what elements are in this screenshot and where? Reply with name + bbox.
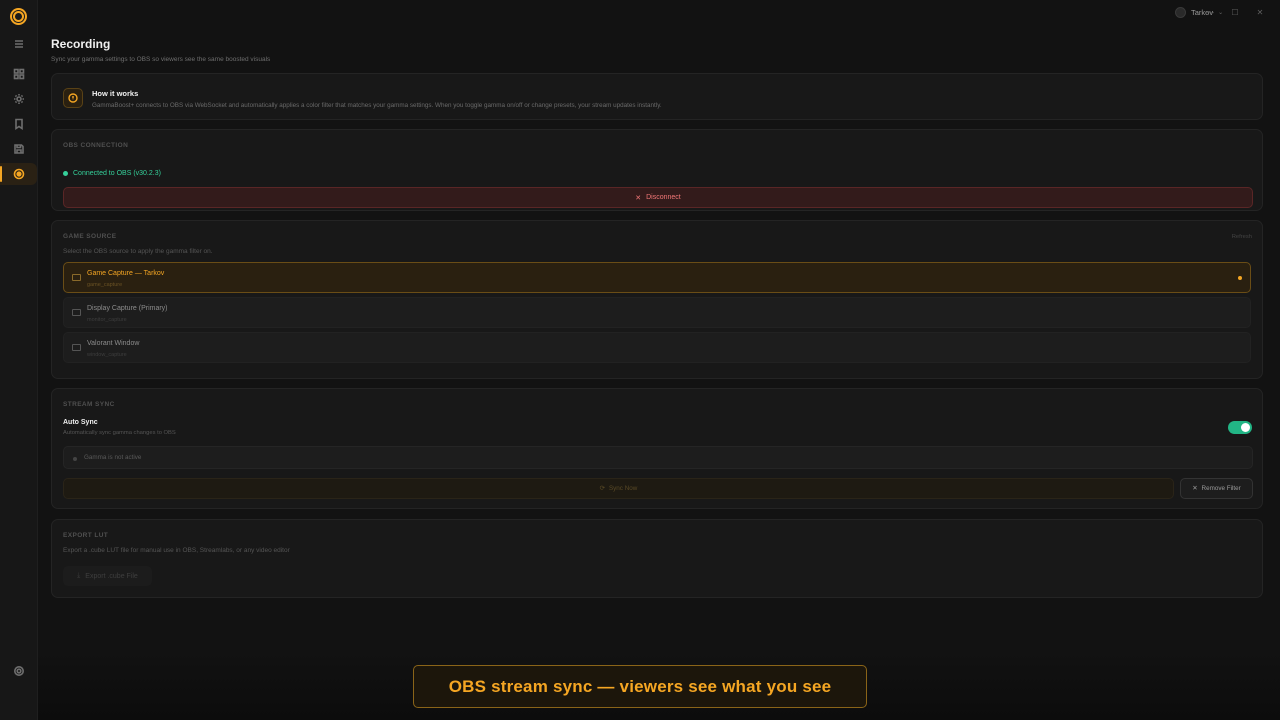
recording-nav-icon[interactable] bbox=[0, 163, 37, 185]
save-icon[interactable] bbox=[9, 139, 29, 159]
how-it-works-title: How it works bbox=[92, 89, 139, 98]
source-item[interactable]: Valorant Window window_capture bbox=[63, 332, 1251, 363]
profile-avatar-icon bbox=[1175, 6, 1186, 18]
how-it-works-card: How it works GammaBoost+ connects to OBS… bbox=[51, 73, 1263, 120]
obs-connection-card: OBS CONNECTION Connected to OBS (v30.2.3… bbox=[51, 129, 1263, 211]
source-item[interactable]: Game Capture — Tarkov game_capture bbox=[63, 262, 1251, 293]
export-lut-label: EXPORT LUT bbox=[63, 532, 109, 539]
download-icon: ⤓ bbox=[77, 572, 81, 579]
stream-sync-label: STREAM SYNC bbox=[63, 401, 115, 408]
source-item[interactable]: Display Capture (Primary) monitor_captur… bbox=[63, 297, 1251, 328]
sync-now-label: Sync Now bbox=[608, 485, 638, 492]
auto-sync-subtitle: Automatically sync gamma changes to OBS bbox=[63, 430, 176, 436]
stream-sync-card: STREAM SYNC Auto Sync Automatically sync… bbox=[51, 388, 1263, 509]
source-type: monitor_capture bbox=[87, 317, 127, 323]
export-lut-card: EXPORT LUT Export a .cube LUT file for m… bbox=[51, 519, 1263, 598]
game-source-label: GAME SOURCE bbox=[63, 233, 117, 240]
info-icon bbox=[63, 88, 83, 108]
monitor-icon bbox=[72, 309, 81, 316]
game-source-hint: Select the OBS source to apply the gamma… bbox=[63, 248, 213, 255]
game-source-card: GAME SOURCE Refresh Select the OBS sourc… bbox=[51, 220, 1263, 379]
source-name: Game Capture — Tarkov bbox=[87, 270, 165, 277]
caption-text: OBS stream sync — viewers see what you s… bbox=[448, 676, 832, 696]
sync-now-button[interactable]: ⟳ Sync Now bbox=[63, 478, 1174, 499]
export-cube-label: Export .cube File bbox=[85, 572, 138, 580]
source-name: Display Capture (Primary) bbox=[87, 305, 168, 312]
caption-banner: OBS stream sync — viewers see what you s… bbox=[413, 665, 867, 708]
window-icon bbox=[72, 344, 81, 351]
gamma-status-text: Gamma is not active bbox=[84, 454, 142, 461]
close-icon: ✕ bbox=[1192, 485, 1198, 492]
close-icon: ✕ bbox=[635, 194, 642, 202]
export-cube-button[interactable]: ⤓ Export .cube File bbox=[63, 566, 152, 586]
export-lut-hint: Export a .cube LUT file for manual use i… bbox=[63, 547, 290, 554]
sidebar bbox=[0, 0, 38, 720]
brightness-icon[interactable] bbox=[9, 89, 29, 109]
source-name: Valorant Window bbox=[87, 340, 140, 347]
page-title: Recording bbox=[51, 37, 111, 51]
obs-connection-label: OBS CONNECTION bbox=[63, 142, 129, 149]
connection-status: Connected to OBS (v30.2.3) bbox=[63, 170, 161, 177]
gamma-status-dot-icon bbox=[73, 457, 77, 461]
remove-filter-label: Remove Filter bbox=[1201, 485, 1241, 492]
settings-gear-icon[interactable] bbox=[9, 661, 29, 681]
selected-dot-icon bbox=[1238, 276, 1242, 280]
chevron-down-icon: ⌄ bbox=[1218, 9, 1224, 16]
source-type: window_capture bbox=[87, 352, 127, 358]
source-type: game_capture bbox=[87, 282, 123, 288]
refresh-button[interactable]: Refresh bbox=[1232, 234, 1252, 240]
auto-sync-title: Auto Sync bbox=[63, 419, 98, 426]
how-it-works-text: GammaBoost+ connects to OBS via WebSocke… bbox=[92, 102, 662, 109]
minimize-icon[interactable]: — bbox=[1203, 5, 1217, 19]
gamma-status-box: Gamma is not active bbox=[63, 446, 1253, 469]
sync-icon: ⟳ bbox=[599, 485, 605, 492]
connection-status-text: Connected to OBS (v30.2.3) bbox=[73, 170, 161, 177]
status-dot-icon bbox=[63, 171, 68, 176]
bookmark-icon[interactable] bbox=[9, 114, 29, 134]
app-logo bbox=[10, 8, 27, 25]
disconnect-button[interactable]: ✕ Disconnect bbox=[63, 187, 1253, 208]
dashboard-icon[interactable] bbox=[9, 64, 29, 84]
auto-sync-toggle[interactable] bbox=[1228, 421, 1252, 434]
game-capture-icon bbox=[72, 274, 81, 281]
page-subtitle: Sync your gamma settings to OBS so viewe… bbox=[51, 56, 271, 63]
maximize-icon[interactable]: ☐ bbox=[1228, 5, 1242, 19]
close-icon[interactable]: ✕ bbox=[1253, 5, 1267, 19]
menu-icon[interactable] bbox=[9, 34, 29, 54]
remove-filter-button[interactable]: ✕ Remove Filter bbox=[1180, 478, 1253, 499]
title-bar: Tarkov ⌄ — ☐ ✕ bbox=[38, 0, 1280, 24]
disconnect-label: Disconnect bbox=[646, 194, 681, 201]
